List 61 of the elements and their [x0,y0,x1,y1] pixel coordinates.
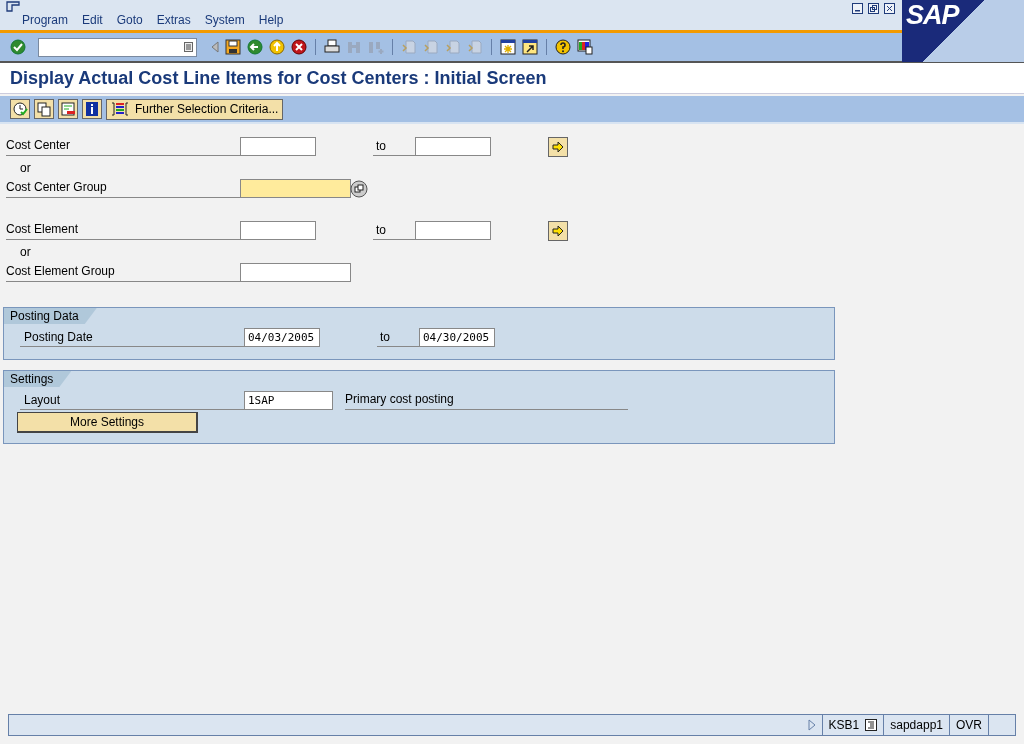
input-field[interactable] [415,137,491,156]
input-field[interactable] [240,137,316,156]
arrow-right-icon[interactable] [548,220,568,241]
page-icon [445,39,461,55]
layout-field[interactable]: 1SAP [244,391,333,410]
date-field[interactable]: 04/03/2005 [244,328,320,347]
input-field[interactable] [415,221,491,240]
info-icon[interactable] [82,99,102,119]
clock-check-icon[interactable] [10,99,30,119]
input-field[interactable] [240,221,316,240]
or-label: or [20,244,31,259]
group-title: Posting Data [4,308,97,324]
copy-icon[interactable] [34,99,54,119]
layout-description: Primary cost posting [345,391,628,410]
more-settings-button[interactable]: More Settings [17,412,198,433]
input-mode: OVR [949,715,988,735]
sap-logo: SAP [902,0,1024,62]
group-title: Settings [4,371,72,387]
field-label: Posting Date [20,328,244,347]
server-name: sapdapp1 [883,715,949,735]
or-label: or [20,160,31,175]
field-label: Cost Element Group [6,263,240,282]
search-help-icon[interactable] [350,179,368,198]
menu-item[interactable]: Help [258,13,284,27]
selection-bracket-icon [111,102,129,116]
menu-item[interactable]: Program [22,13,68,27]
check-icon[interactable] [10,39,26,55]
minimize-icon[interactable] [852,3,863,14]
field-label: Cost Center [6,137,240,156]
back-icon[interactable] [247,39,263,55]
dropdown-list-icon[interactable] [184,42,193,52]
save-icon[interactable] [225,39,241,55]
page-icon [423,39,439,55]
date-field[interactable]: 04/30/2005 [419,328,495,347]
list-icon[interactable] [865,719,878,731]
field-label: Layout [20,391,244,410]
menu-item[interactable]: Goto [116,13,143,27]
restore-icon[interactable] [868,3,879,14]
arrow-right-icon[interactable] [548,136,568,157]
field-label: Cost Element [6,221,240,240]
menu-item[interactable]: System [204,13,245,27]
field-label: Cost Center Group [6,179,240,198]
further-selection-button[interactable]: Further Selection Criteria... [106,98,284,120]
window-menu-icon[interactable] [6,1,20,12]
page-icon [401,39,417,55]
command-field[interactable] [38,37,197,57]
screen-title: Display Actual Cost Line Items for Cost Centers : Initial Screen [10,67,547,89]
cancel-icon[interactable] [291,39,307,55]
new-window-icon[interactable] [500,39,516,55]
printer-icon[interactable] [324,39,340,55]
page-icon [467,39,483,55]
close-icon[interactable] [884,3,895,14]
list-delete-icon[interactable] [58,99,78,119]
triangle-right-icon[interactable] [807,719,816,731]
shortcut-icon[interactable] [522,39,538,55]
screen-colors-icon[interactable] [577,39,593,55]
help-icon[interactable] [555,39,571,55]
menu-item[interactable]: Extras [156,13,191,27]
input-field[interactable] [240,179,351,198]
input-field[interactable] [240,263,351,282]
menu-item[interactable]: Edit [82,13,103,27]
